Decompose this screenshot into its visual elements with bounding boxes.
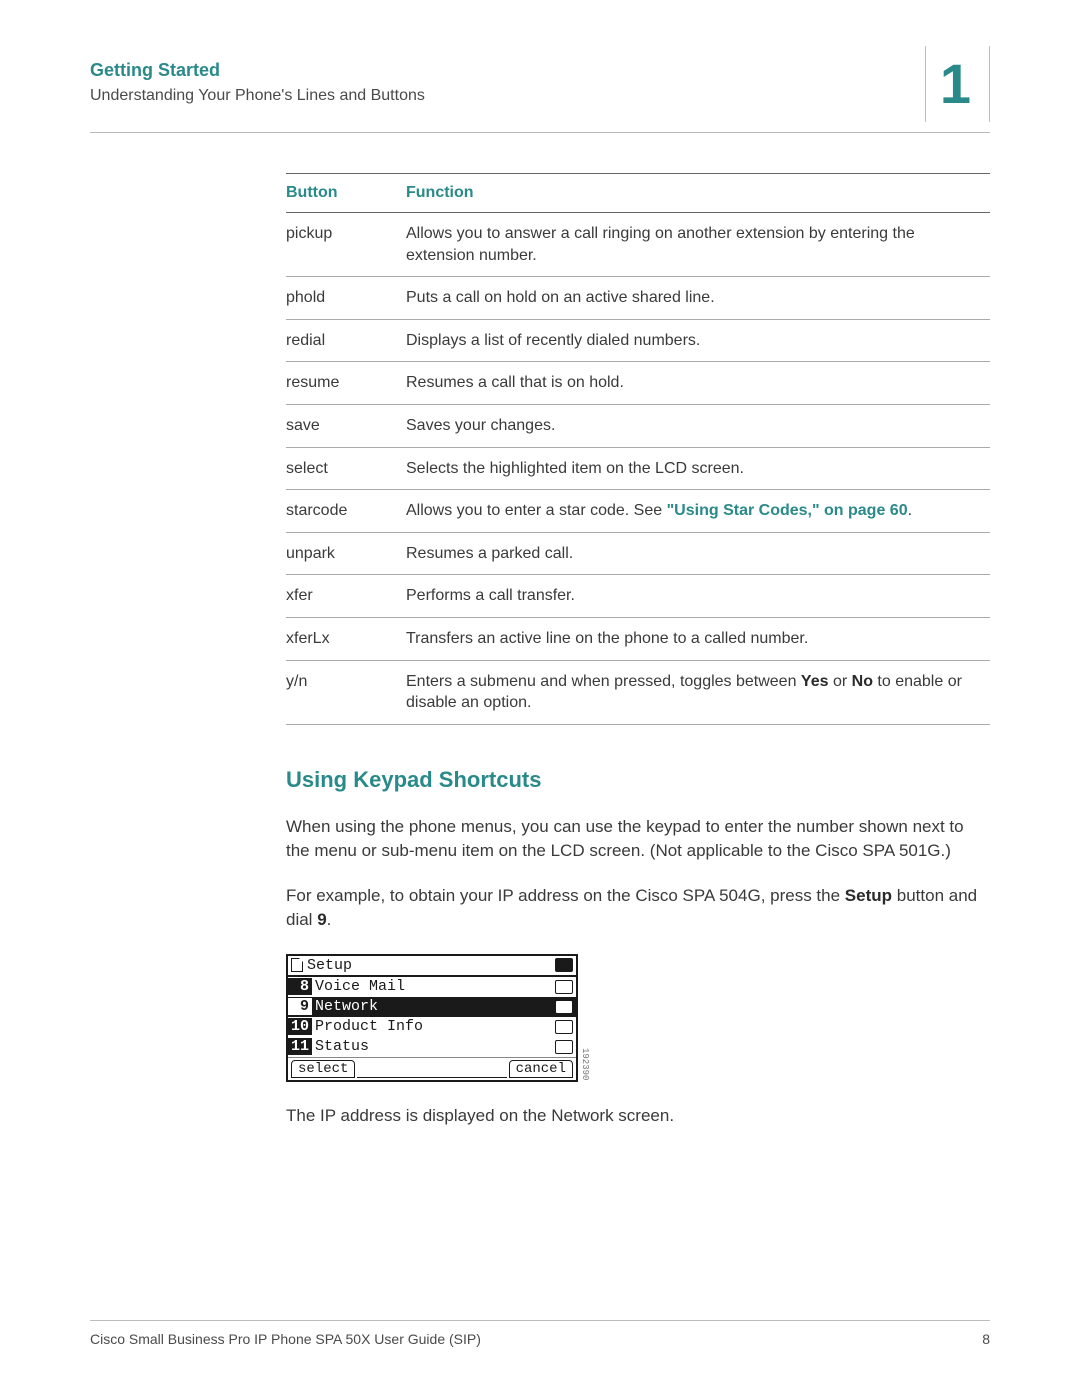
phone-icon	[555, 1000, 573, 1014]
softkey-cancel: cancel	[509, 1060, 573, 1078]
chapter-number: 1	[926, 56, 989, 112]
header-divider	[90, 132, 990, 133]
table-row: unpark Resumes a parked call.	[286, 532, 990, 575]
table-row: select Selects the highlighted item on t…	[286, 447, 990, 490]
col-header-function: Function	[406, 174, 990, 213]
section-heading: Using Keypad Shortcuts	[286, 767, 990, 793]
table-row: xfer Performs a call transfer.	[286, 575, 990, 618]
phone-icon	[555, 958, 573, 972]
document-icon	[291, 958, 303, 972]
lcd-menu-item: 8 Voice Mail	[288, 977, 576, 997]
lcd-menu-item: 10 Product Info	[288, 1017, 576, 1037]
table-row: pickup Allows you to answer a call ringi…	[286, 213, 990, 277]
phone-icon	[555, 1020, 573, 1034]
col-header-button: Button	[286, 174, 406, 213]
table-row: resume Resumes a call that is on hold.	[286, 362, 990, 405]
footer-page-number: 8	[982, 1331, 990, 1347]
chapter-number-badge: 1	[925, 46, 990, 122]
lcd-title: Setup	[307, 957, 352, 974]
phone-icon	[555, 1040, 573, 1054]
table-row: xferLx Transfers an active line on the p…	[286, 617, 990, 660]
lcd-menu-item-selected: 9 Network	[288, 997, 576, 1017]
table-row: redial Displays a list of recently diale…	[286, 319, 990, 362]
chapter-subtitle: Understanding Your Phone's Lines and But…	[90, 87, 990, 105]
body-paragraph: For example, to obtain your IP address o…	[286, 884, 990, 932]
lcd-screenshot: Setup 8 Voice Mail 9 Network 10 Product …	[286, 954, 578, 1082]
chapter-title: Getting Started	[90, 60, 990, 81]
body-paragraph: The IP address is displayed on the Netwo…	[286, 1104, 990, 1128]
lcd-menu-item: 11 Status	[288, 1037, 576, 1057]
softkey-select: select	[291, 1060, 355, 1078]
table-row: phold Puts a call on hold on an active s…	[286, 277, 990, 320]
phone-icon	[555, 980, 573, 994]
body-paragraph: When using the phone menus, you can use …	[286, 815, 990, 863]
table-row: y/n Enters a submenu and when pressed, t…	[286, 660, 990, 724]
button-function-table: Button Function pickup Allows you to ans…	[286, 173, 990, 725]
table-row: save Saves your changes.	[286, 404, 990, 447]
page-footer: Cisco Small Business Pro IP Phone SPA 50…	[90, 1320, 990, 1347]
xref-link[interactable]: "Using Star Codes," on page 60	[667, 502, 908, 519]
footer-doc-title: Cisco Small Business Pro IP Phone SPA 50…	[90, 1331, 481, 1347]
figure-id: 192390	[580, 954, 592, 1082]
table-row: starcode Allows you to enter a star code…	[286, 490, 990, 533]
